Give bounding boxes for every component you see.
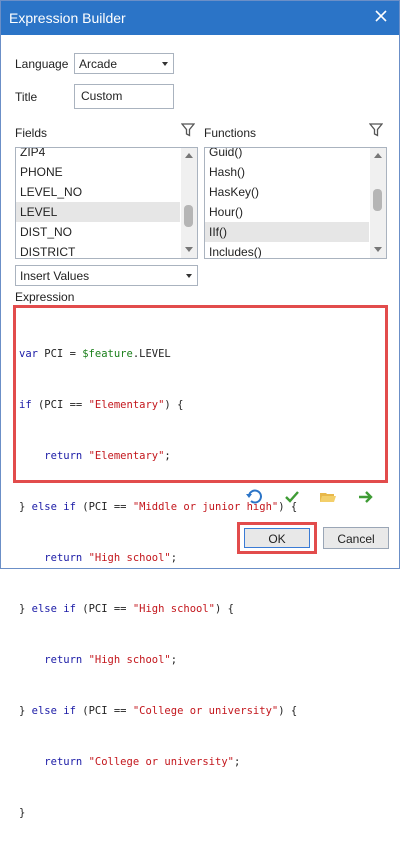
undo-icon[interactable] <box>245 488 265 508</box>
ok-button[interactable]: OK <box>244 528 310 548</box>
functions-scrollbar[interactable] <box>370 148 386 258</box>
scroll-down-icon[interactable] <box>185 247 193 252</box>
code-line: if (PCI == "Elementary") { <box>19 399 184 411</box>
code-line: return "College or university"; <box>44 756 241 768</box>
check-icon[interactable] <box>283 488 303 508</box>
list-item[interactable]: Hash() <box>205 162 369 182</box>
list-item[interactable]: Hour() <box>205 202 369 222</box>
expression-editor[interactable]: var PCI = $feature.LEVEL if (PCI == "Ele… <box>13 305 388 819</box>
list-item[interactable]: Includes() <box>205 242 369 258</box>
code-line: return "Elementary"; <box>44 450 171 462</box>
expression-label: Expression <box>15 290 75 304</box>
code-line: } else if (PCI == "College or university… <box>19 705 298 717</box>
expression-code[interactable]: var PCI = $feature.LEVEL if (PCI == "Ele… <box>19 312 382 856</box>
arrow-right-icon[interactable] <box>357 488 377 508</box>
folder-open-icon[interactable] <box>319 488 339 508</box>
code-line: } else if (PCI == "High school") { <box>19 603 234 615</box>
scroll-down-icon[interactable] <box>374 247 382 252</box>
language-value: Arcade <box>79 57 118 71</box>
list-item[interactable]: LEVEL_NO <box>16 182 180 202</box>
fields-list[interactable]: ZIP4 PHONE LEVEL_NO LEVEL DIST_NO DISTRI… <box>15 147 198 259</box>
code-line: return "High school"; <box>44 654 178 666</box>
code-line: return "High school"; <box>44 552 178 564</box>
scroll-up-icon[interactable] <box>185 153 193 158</box>
scroll-thumb[interactable] <box>184 205 193 227</box>
close-icon[interactable] <box>373 8 389 24</box>
scroll-thumb[interactable] <box>373 189 382 211</box>
functions-list[interactable]: Guid() Hash() HasKey() Hour() IIf() Incl… <box>204 147 387 259</box>
window-title: Expression Builder <box>9 10 126 26</box>
insert-values-select[interactable]: Insert Values <box>15 265 198 286</box>
fields-label: Fields <box>15 126 48 140</box>
title-input[interactable]: Custom <box>74 84 174 109</box>
functions-label: Functions <box>204 126 257 140</box>
title-bar: Expression Builder <box>1 1 399 35</box>
insert-values-value: Insert Values <box>20 269 90 283</box>
code-line: } <box>19 807 26 819</box>
list-item[interactable]: DIST_NO <box>16 222 180 242</box>
list-item[interactable]: LEVEL <box>16 202 180 222</box>
list-item[interactable]: Guid() <box>205 148 369 162</box>
language-select[interactable]: Arcade <box>74 53 174 74</box>
filter-icon[interactable] <box>180 123 196 140</box>
cancel-button[interactable]: Cancel <box>323 527 389 549</box>
chevron-down-icon <box>162 62 168 66</box>
code-line: var PCI = $feature.LEVEL <box>19 348 171 360</box>
list-item[interactable]: PHONE <box>16 162 180 182</box>
title-label: Title <box>15 90 38 104</box>
filter-icon[interactable] <box>368 123 384 140</box>
fields-scrollbar[interactable] <box>181 148 197 258</box>
language-label: Language <box>15 57 69 71</box>
list-item[interactable]: DISTRICT <box>16 242 180 258</box>
list-item[interactable]: ZIP4 <box>16 148 180 162</box>
chevron-down-icon <box>186 274 192 278</box>
ok-button-highlight: OK <box>237 522 317 554</box>
list-item[interactable]: HasKey() <box>205 182 369 202</box>
expression-builder-dialog: Expression Builder Language Arcade Title… <box>0 0 400 819</box>
list-item[interactable]: IIf() <box>205 222 369 242</box>
scroll-up-icon[interactable] <box>374 153 382 158</box>
